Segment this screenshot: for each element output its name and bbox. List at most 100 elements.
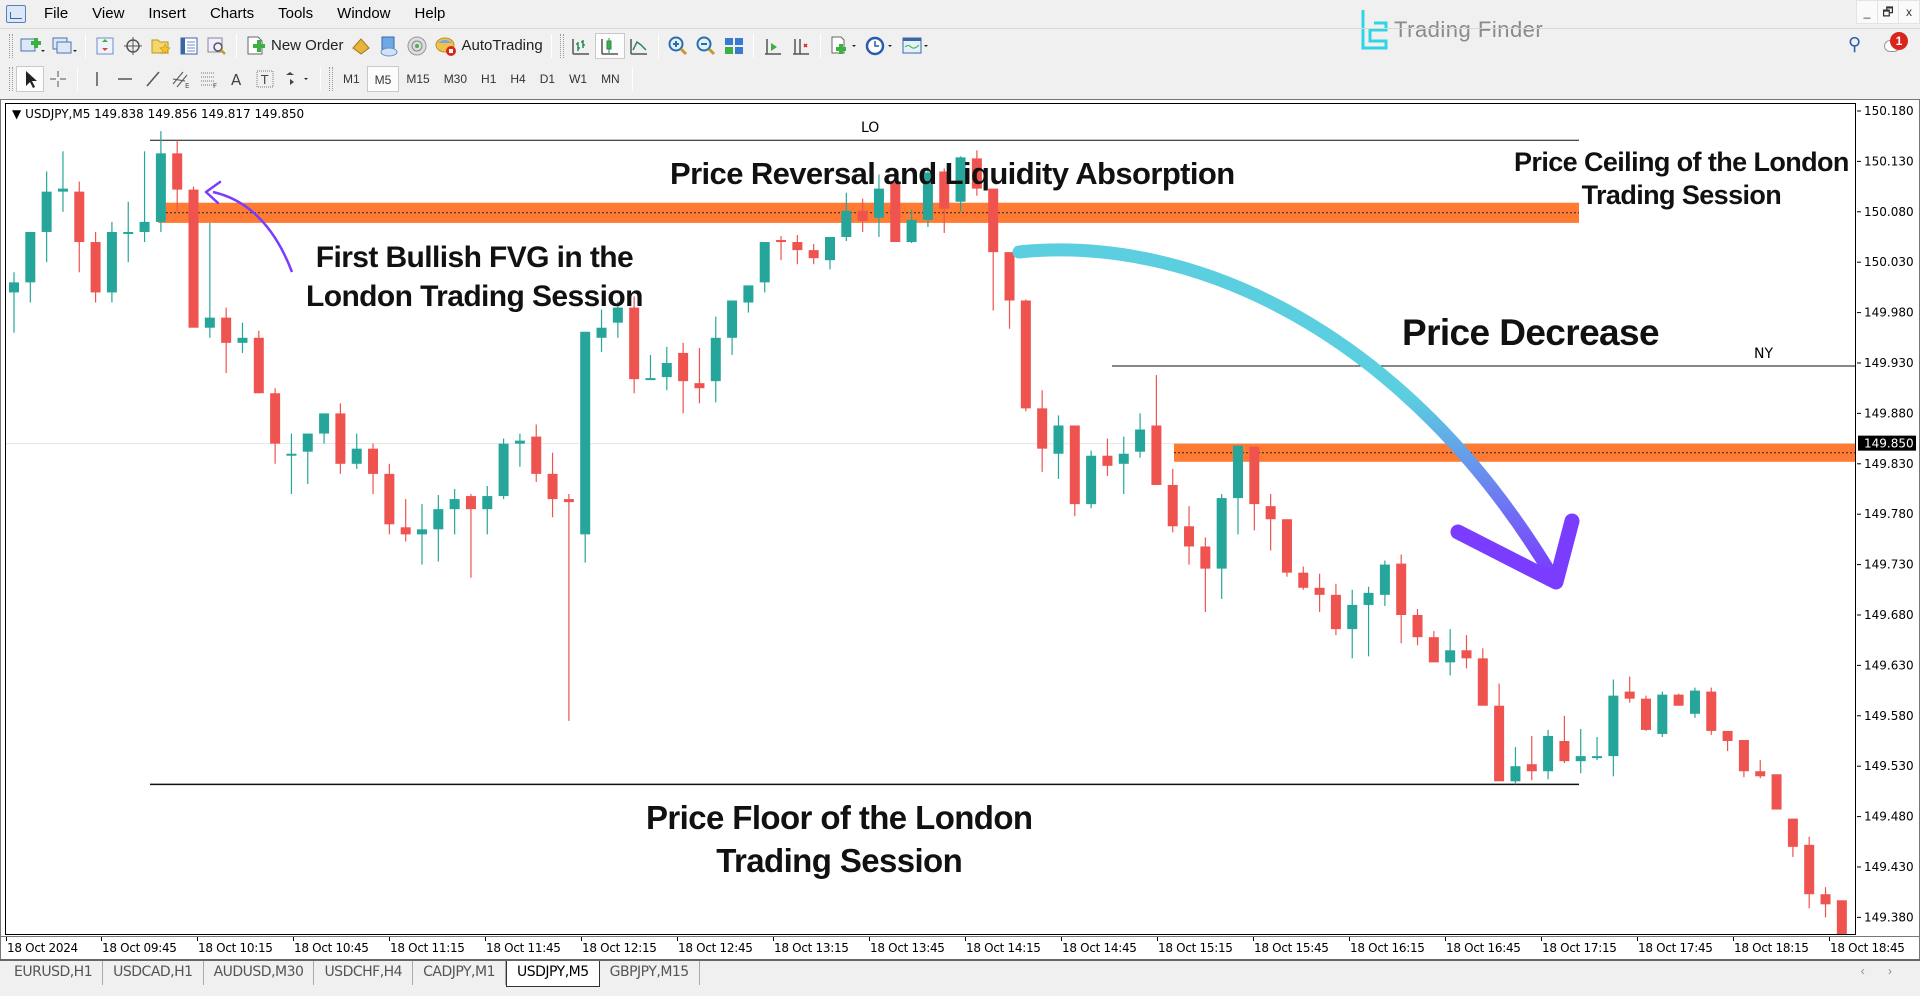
candle-body — [417, 529, 427, 535]
indicators-button[interactable] — [826, 33, 862, 59]
line-chart-button[interactable] — [625, 33, 653, 59]
signals-button[interactable] — [375, 33, 403, 59]
equidistant-channel-button[interactable]: E — [167, 66, 195, 92]
cursor-arrow-icon — [26, 71, 37, 88]
candle-body — [1461, 650, 1472, 659]
candle-body — [57, 188, 68, 192]
close-button[interactable]: x — [1898, 0, 1920, 24]
candle-body — [1265, 506, 1276, 520]
candle-body — [188, 189, 199, 328]
symbol-info: ▼ USDJPY,M5 149.838 149.856 149.817 149.… — [12, 107, 304, 121]
market-watch-button[interactable] — [91, 33, 119, 59]
menu-window[interactable]: Window — [325, 0, 402, 28]
price-tick-label: 149.530 — [1864, 759, 1914, 773]
candle-body — [1804, 844, 1815, 895]
annotation-ceiling-line2: Trading Session — [1581, 180, 1782, 210]
candle-body — [465, 496, 476, 510]
arrows-button[interactable] — [279, 66, 315, 92]
time-tick-label: 18 Oct 16:15 — [1350, 941, 1425, 955]
tabs-scroll-arrows[interactable]: ‹ › — [1861, 964, 1902, 978]
menu-help[interactable]: Help — [403, 0, 458, 28]
horizontal-line-button[interactable] — [111, 66, 139, 92]
timeframe-mn[interactable]: MN — [594, 66, 627, 92]
new-chart-button[interactable] — [16, 33, 48, 59]
timeframe-m30[interactable]: M30 — [437, 66, 474, 92]
candlestick-chart-button[interactable] — [594, 32, 625, 59]
auto-scroll-button[interactable] — [759, 33, 787, 59]
crosshair-icon — [124, 36, 142, 55]
timeframe-m1[interactable]: M1 — [336, 66, 367, 92]
chart-plot-area[interactable]: ▼ USDJPY,M5 149.838 149.856 149.817 149.… — [5, 103, 1856, 935]
timeframe-m5[interactable]: M5 — [366, 66, 400, 92]
fibonacci-button[interactable]: F — [195, 66, 223, 92]
new-order-button[interactable]: New Order — [242, 33, 347, 59]
menu-file[interactable]: File — [32, 0, 80, 28]
autotrading-icon — [435, 37, 456, 56]
profiles-button[interactable] — [48, 33, 80, 59]
crosshair-button[interactable] — [44, 66, 72, 92]
periodicity-button[interactable] — [862, 33, 898, 59]
candle-body — [906, 219, 917, 243]
chart-shift-button[interactable] — [787, 33, 815, 59]
menu-charts[interactable]: Charts — [198, 0, 266, 28]
zoom-in-button[interactable] — [664, 33, 692, 59]
toolbar-grip[interactable] — [9, 33, 13, 58]
candle-body — [335, 413, 346, 464]
price-tick-label: 149.630 — [1864, 658, 1914, 672]
metaquotes-button[interactable] — [347, 33, 375, 59]
toolbar-grip[interactable] — [329, 67, 333, 91]
templates-button[interactable] — [898, 33, 934, 59]
vertical-line-button[interactable] — [83, 66, 111, 92]
trendline-button[interactable] — [139, 66, 167, 92]
autotrading-button[interactable]: AutoTrading — [431, 33, 546, 59]
tab-audusd-m30[interactable]: AUDUSD,M30 — [204, 961, 315, 985]
menu-insert[interactable]: Insert — [136, 0, 198, 28]
timeframe-w1[interactable]: W1 — [562, 66, 594, 92]
timeframe-m15[interactable]: M15 — [399, 66, 436, 92]
price-axis[interactable]: 150.180 150.130 150.080 150.030 149.980 149.9… — [1857, 100, 1920, 938]
candle-body — [384, 473, 395, 525]
collapse-triangle-icon[interactable]: ▼ — [12, 107, 21, 121]
data-window-button[interactable] — [119, 33, 147, 59]
tab-gbpjpy-m15[interactable]: GBPJPY,M15 — [600, 961, 700, 985]
cursor-button[interactable] — [16, 66, 44, 92]
restore-button[interactable]: 🗗 — [1877, 0, 1899, 24]
minimize-button[interactable]: _ — [1856, 0, 1878, 24]
price-tick-label: 149.730 — [1864, 558, 1914, 572]
strategy-tester-button[interactable] — [203, 33, 231, 59]
candle-body — [433, 509, 444, 530]
tab-usdjpy-m5[interactable]: USDJPY,M5 — [505, 961, 600, 987]
candle-body — [1396, 563, 1407, 615]
candle-body — [1673, 694, 1684, 706]
candle-body — [498, 443, 509, 497]
toolbar-grip[interactable] — [559, 33, 564, 58]
candle-body — [710, 337, 721, 382]
zoom-out-button[interactable] — [692, 33, 720, 59]
candle-body — [482, 496, 493, 510]
market-button[interactable] — [403, 33, 431, 59]
chart-window[interactable]: ▼ USDJPY,M5 149.838 149.856 149.817 149.… — [0, 99, 1920, 937]
tab-usdcad-h1[interactable]: USDCAD,H1 — [103, 961, 204, 985]
text-label-button[interactable]: T — [251, 66, 279, 92]
app-icon — [6, 5, 26, 23]
toolbar-grip[interactable] — [9, 67, 13, 91]
zoom-out-icon — [696, 36, 715, 55]
menu-view[interactable]: View — [80, 0, 136, 28]
timeframe-h1[interactable]: H1 — [474, 66, 503, 92]
timeframe-h4[interactable]: H4 — [503, 66, 532, 92]
text-button[interactable]: A — [223, 66, 251, 92]
tab-usdchf-h4[interactable]: USDCHF,H4 — [314, 961, 414, 985]
candle-body — [1526, 764, 1537, 772]
candle-body — [759, 242, 770, 283]
menu-tools[interactable]: Tools — [266, 0, 325, 28]
candle-body — [1330, 594, 1341, 630]
tile-windows-button[interactable] — [720, 33, 748, 59]
bar-chart-button[interactable] — [567, 33, 595, 59]
tab-eurusd-h1[interactable]: EURUSD,H1 — [4, 961, 104, 985]
candle-body — [1102, 455, 1113, 466]
navigator-button[interactable] — [147, 33, 175, 59]
tab-cadjpy-m1[interactable]: CADJPY,M1 — [413, 961, 506, 985]
time-axis[interactable]: 18 Oct 2024 18 Oct 09:45 18 Oct 10:15 18 Oc… — [0, 937, 1920, 959]
terminal-button[interactable] — [175, 33, 203, 59]
timeframe-d1[interactable]: D1 — [533, 66, 562, 92]
